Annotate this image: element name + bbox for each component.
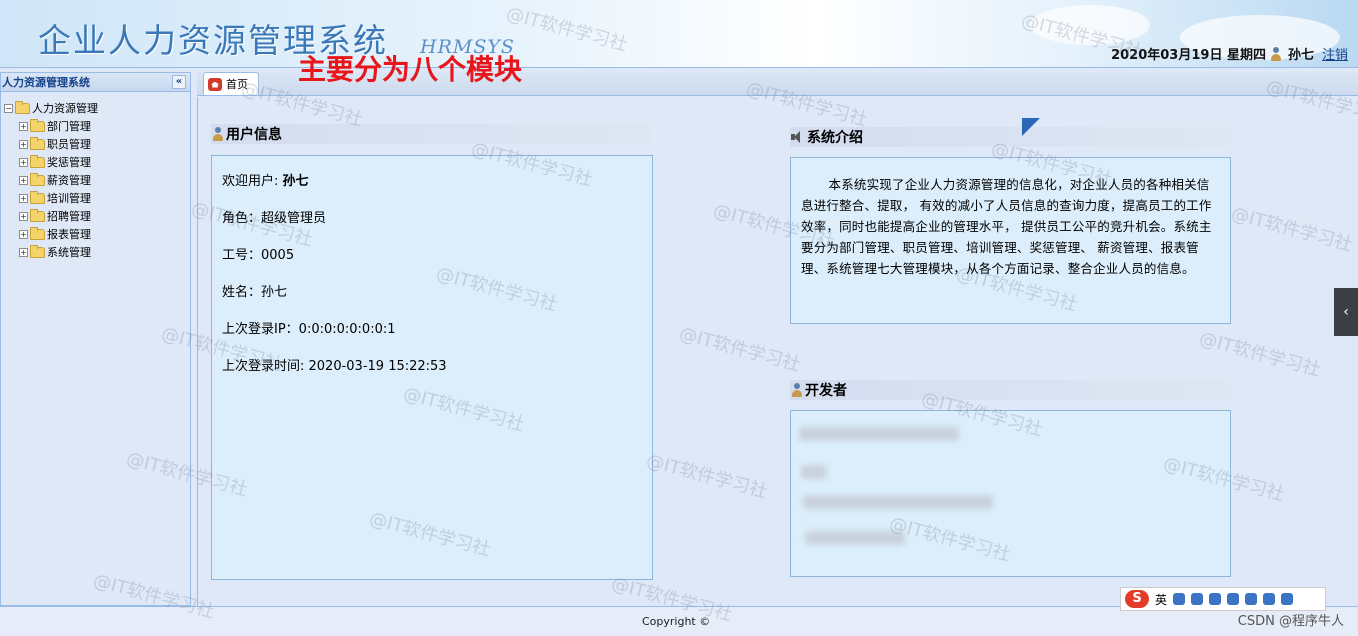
expand-node-icon[interactable]: + xyxy=(19,121,28,131)
intro-heading-text: 系统介绍 xyxy=(807,130,863,146)
sidebar-title-text: 人力资源管理系统 xyxy=(2,76,90,89)
employee-id-line: 工号：0005 xyxy=(222,248,295,263)
expand-node-icon[interactable]: + xyxy=(19,211,28,221)
home-icon xyxy=(208,77,222,91)
mouse-cursor-icon xyxy=(1022,118,1044,140)
copyright: Copyright © xyxy=(642,615,711,628)
emoji-icon[interactable] xyxy=(1191,593,1204,605)
side-expand-button[interactable]: ‹ xyxy=(1334,288,1358,336)
ime-logo-icon: S xyxy=(1125,590,1149,608)
folder-icon xyxy=(30,136,45,150)
folder-icon xyxy=(30,244,45,258)
header-user-area: 2020年03月19日 星期四 孙七 注销 xyxy=(1111,44,1348,63)
csdn-watermark: CSDN @程序牛人 xyxy=(1237,614,1344,629)
sidebar-item-salary[interactable]: + 薪资管理 xyxy=(1,171,190,189)
blurred-text xyxy=(799,427,959,441)
user-icon xyxy=(791,383,803,397)
developer-heading-text: 开发者 xyxy=(805,383,847,399)
tree-root[interactable]: − 人力资源管理 xyxy=(1,99,190,117)
punctuation-icon[interactable] xyxy=(1173,593,1186,605)
folder-icon xyxy=(30,118,45,132)
folder-icon xyxy=(30,172,45,186)
footer: Copyright © S 英 CSDN @程序牛人 xyxy=(0,587,1358,636)
toolbox-icon[interactable] xyxy=(1281,593,1294,605)
collapse-sidebar-button[interactable]: « xyxy=(172,75,186,89)
sidebar-item-recruitment[interactable]: + 招聘管理 xyxy=(1,207,190,225)
sidebar-item-label: 培训管理 xyxy=(47,192,91,205)
blurred-text xyxy=(805,531,905,545)
sidebar-item-training[interactable]: + 培训管理 xyxy=(1,189,190,207)
skin-icon[interactable] xyxy=(1263,593,1276,605)
blurred-text xyxy=(801,465,827,479)
user-icon xyxy=(1270,46,1282,61)
annotation-text: 主要分为八个模块 xyxy=(298,53,523,86)
developer-heading: 开发者 xyxy=(790,380,1230,400)
expand-node-icon[interactable]: + xyxy=(19,157,28,167)
sidebar-item-reports[interactable]: + 报表管理 xyxy=(1,225,190,243)
nav-tree: − 人力资源管理 + 部门管理 + 职员管理 + 奖惩管理 + 薪资管理 + 培… xyxy=(1,92,190,261)
sidebar-item-label: 招聘管理 xyxy=(47,210,91,223)
current-date: 2020年03月19日 星期四 xyxy=(1111,48,1266,63)
microphone-icon[interactable] xyxy=(1209,593,1222,605)
sidebar-item-system[interactable]: + 系统管理 xyxy=(1,243,190,261)
folder-icon xyxy=(30,190,45,204)
folder-open-icon xyxy=(15,100,30,114)
user-icon[interactable] xyxy=(1245,593,1258,605)
welcome-line: 欢迎用户: 孙七 xyxy=(222,172,642,209)
expand-node-icon[interactable]: + xyxy=(19,139,28,149)
folder-icon xyxy=(30,154,45,168)
blurred-text xyxy=(803,495,993,509)
user-info-heading-text: 用户信息 xyxy=(226,127,282,143)
expand-node-icon[interactable]: + xyxy=(19,193,28,203)
user-info-heading: 用户信息 xyxy=(211,124,651,144)
user-info-panel: 欢迎用户: 孙七 角色：超级管理员 工号：0005 姓名：孙七 上次登录IP：0… xyxy=(211,155,653,580)
folder-icon xyxy=(30,208,45,222)
welcome-label: 欢迎用户: xyxy=(222,174,283,189)
sidebar-item-label: 职员管理 xyxy=(47,138,91,151)
logout-link[interactable]: 注销 xyxy=(1322,44,1348,63)
tree-root-label: 人力资源管理 xyxy=(32,102,98,115)
expand-node-icon[interactable]: + xyxy=(19,175,28,185)
current-user: 孙七 xyxy=(1287,48,1314,63)
sidebar-item-label: 系统管理 xyxy=(47,246,91,259)
collapse-node-icon[interactable]: − xyxy=(4,103,13,113)
role-line: 角色：超级管理员 xyxy=(222,211,327,226)
intro-text: 本系统实现了企业人力资源管理的信息化，对企业人员的各种相关信息进行整合、提取， … xyxy=(801,177,1212,276)
sidebar-item-department[interactable]: + 部门管理 xyxy=(1,117,190,135)
sidebar-title: 人力资源管理系统 « xyxy=(1,73,190,92)
sidebar-item-staff[interactable]: + 职员管理 xyxy=(1,135,190,153)
expand-node-icon[interactable]: + xyxy=(19,247,28,257)
ime-toolbar[interactable]: S 英 xyxy=(1120,587,1326,611)
sidebar: 人力资源管理系统 « − 人力资源管理 + 部门管理 + 职员管理 + 奖惩管理… xyxy=(0,72,191,606)
expand-node-icon[interactable]: + xyxy=(19,229,28,239)
header-cloud xyxy=(1030,5,1150,45)
welcome-name: 孙七 xyxy=(282,174,309,189)
developer-panel xyxy=(790,410,1231,577)
main-content: 用户信息 欢迎用户: 孙七 角色：超级管理员 工号：0005 姓名：孙七 上次登… xyxy=(197,97,1358,606)
folder-icon xyxy=(30,226,45,240)
name-line: 姓名：孙七 xyxy=(222,285,288,300)
keyboard-icon[interactable] xyxy=(1227,593,1240,605)
sidebar-item-label: 报表管理 xyxy=(47,228,91,241)
sidebar-item-rewards[interactable]: + 奖惩管理 xyxy=(1,153,190,171)
last-ip-line: 上次登录IP：0:0:0:0:0:0:0:1 xyxy=(222,322,396,337)
sidebar-item-label: 薪资管理 xyxy=(47,174,91,187)
tab-home[interactable]: 首页 xyxy=(203,72,259,95)
sidebar-item-label: 奖惩管理 xyxy=(47,156,91,169)
user-icon xyxy=(212,127,224,141)
sidebar-item-label: 部门管理 xyxy=(47,120,91,133)
tab-home-label: 首页 xyxy=(226,78,248,91)
ime-language[interactable]: 英 xyxy=(1155,591,1167,608)
intro-heading: 系统介绍 xyxy=(790,127,1230,147)
speaker-icon xyxy=(791,131,804,143)
app-header: 企业人力资源管理系统 HRMSYS 2020年03月19日 星期四 孙七 注销 xyxy=(0,0,1358,68)
intro-panel: 本系统实现了企业人力资源管理的信息化，对企业人员的各种相关信息进行整合、提取， … xyxy=(790,157,1231,324)
last-login-line: 上次登录时间: 2020-03-19 15:22:53 xyxy=(222,359,447,374)
